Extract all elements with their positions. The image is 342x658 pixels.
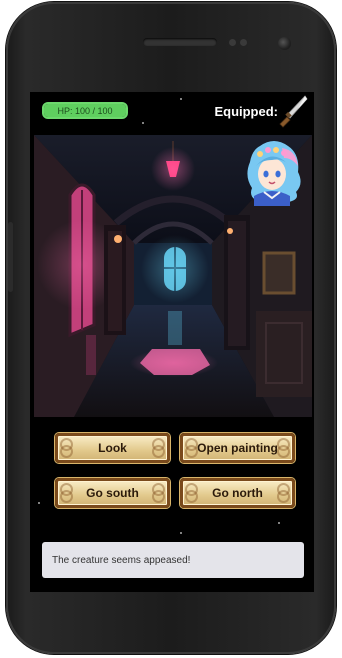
phone-sensor	[229, 39, 236, 46]
equipped-label: Equipped:	[214, 104, 278, 119]
phone-side-button	[8, 222, 13, 292]
companion-avatar	[247, 141, 301, 206]
go-north-button-label: Go north	[212, 486, 263, 500]
sparkle	[142, 122, 144, 124]
knife-icon[interactable]	[278, 94, 308, 128]
phone-speaker	[143, 38, 217, 46]
game-screen: HP: 100 / 100 Equipped: Look Open painti…	[30, 92, 314, 592]
sparkle	[278, 522, 280, 524]
go-north-button[interactable]: Go north	[180, 478, 295, 508]
open-painting-button[interactable]: Open painting	[180, 433, 295, 463]
open-painting-button-label: Open painting	[197, 441, 278, 455]
message-text: The creature seems appeased!	[52, 554, 191, 566]
message-box: The creature seems appeased!	[42, 542, 304, 578]
sparkle	[38, 502, 40, 504]
look-button-label: Look	[98, 441, 127, 455]
look-button[interactable]: Look	[55, 433, 170, 463]
hp-bar: HP: 100 / 100	[42, 102, 128, 119]
phone-sensor	[240, 39, 247, 46]
phone-camera	[278, 37, 291, 50]
hp-text: HP: 100 / 100	[57, 106, 113, 116]
sparkle	[180, 532, 182, 534]
go-south-button-label: Go south	[86, 486, 139, 500]
go-south-button[interactable]: Go south	[55, 478, 170, 508]
sparkle	[180, 98, 182, 100]
